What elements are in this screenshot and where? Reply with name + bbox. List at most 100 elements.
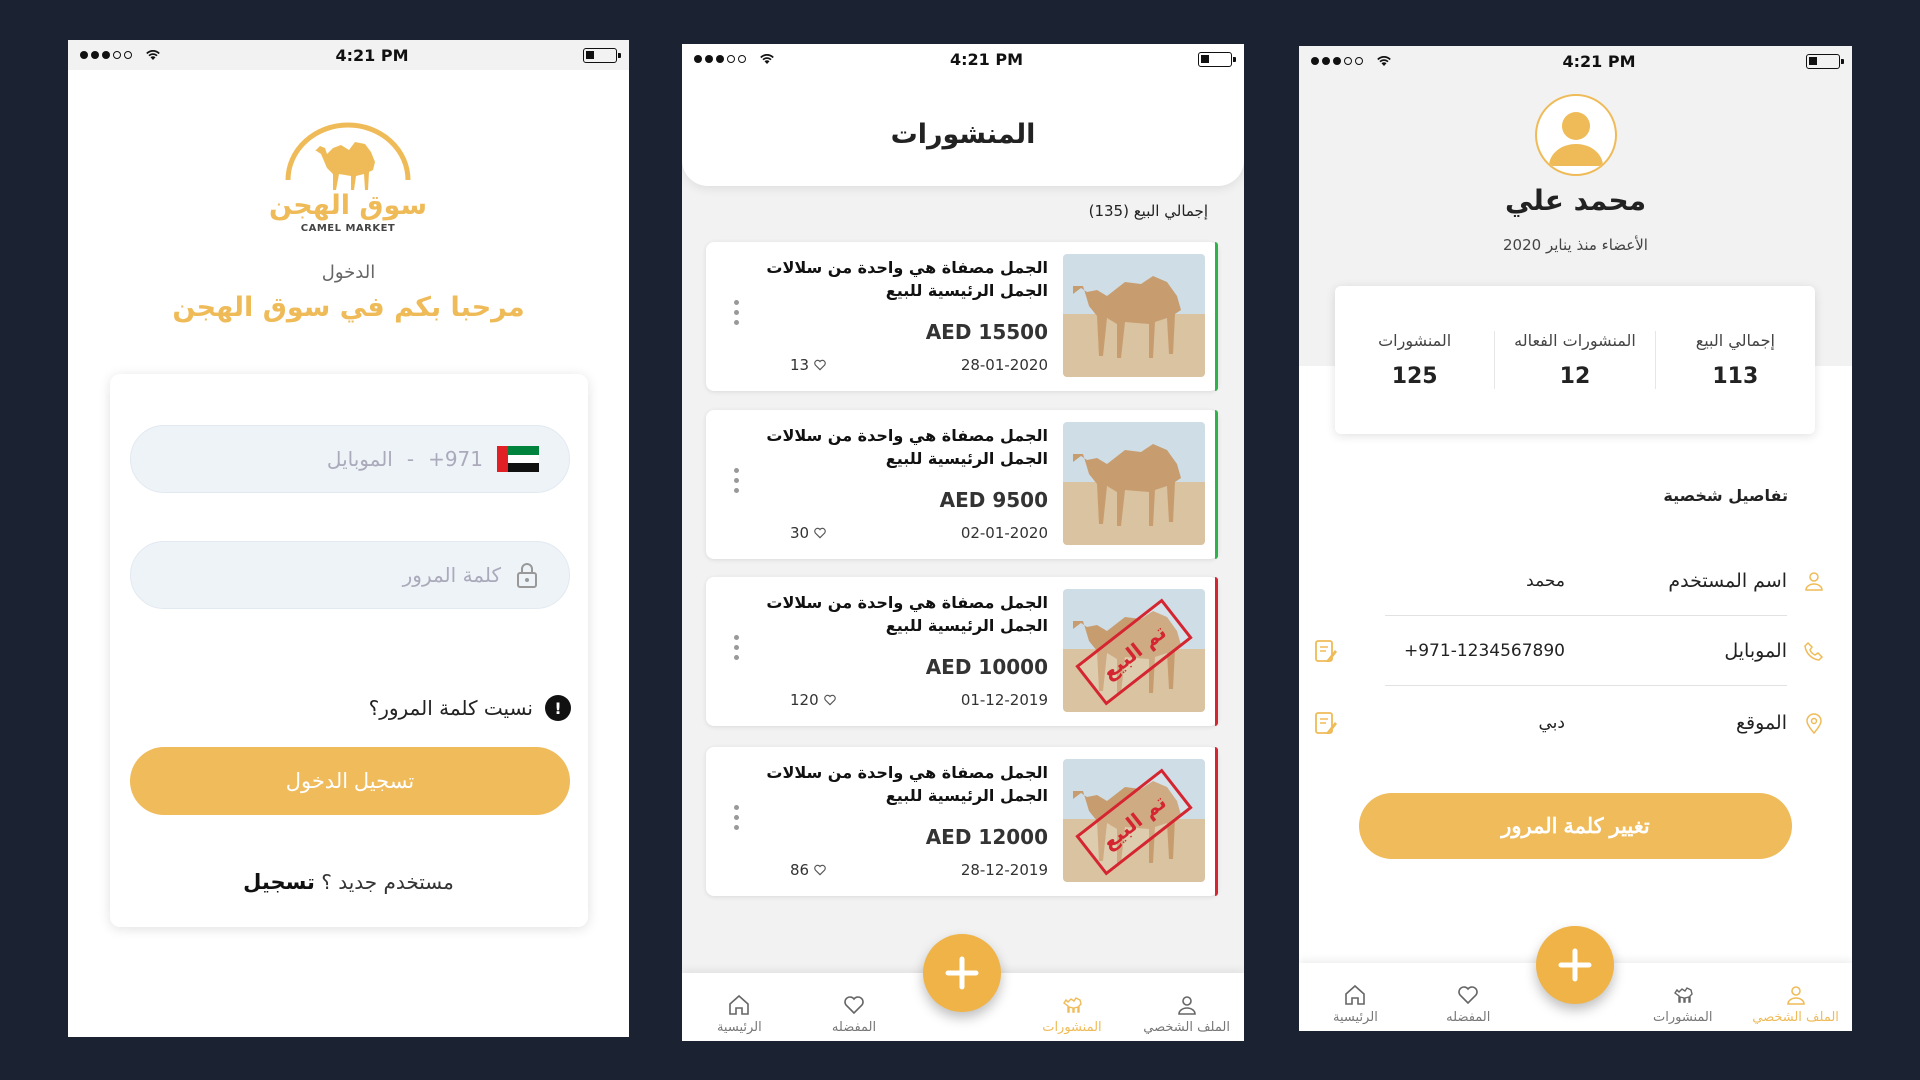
location-row: الموقع دبي — [1315, 688, 1822, 758]
mobile-placeholder: الموبايل — [326, 447, 393, 471]
post-price: AED 15500 — [925, 320, 1048, 344]
edit-icon[interactable] — [1313, 710, 1339, 736]
posts-header: 4:21 PM المنشورات — [682, 44, 1244, 186]
heart-icon — [1458, 986, 1479, 1005]
change-password-button[interactable]: تغيير كلمة المرور — [1359, 793, 1792, 859]
wifi-icon — [146, 50, 160, 60]
status-bar: 4:21 PM — [1299, 46, 1852, 76]
post-likes: 13 — [790, 356, 827, 374]
country-code: +971 — [428, 447, 483, 471]
tab-favorites[interactable]: المفضله — [1412, 983, 1525, 1025]
tab-home[interactable]: الرئيسية — [682, 993, 797, 1035]
location-pin-icon — [1806, 713, 1822, 734]
post-card[interactable]: تم البيع الجمل مصفاة هي واحدة من سلالات ا… — [706, 747, 1218, 896]
dash-separator: - — [406, 447, 415, 471]
password-field[interactable]: كلمة المرور — [130, 541, 570, 609]
post-title: الجمل مصفاة هي واحدة من سلالات الجمل الر… — [766, 593, 1048, 635]
status-indicator — [1215, 242, 1218, 391]
tab-home[interactable]: الرئيسية — [1299, 983, 1412, 1025]
forgot-password-link[interactable]: نسيت كلمة المرور؟ ! — [369, 695, 571, 721]
edit-icon[interactable] — [1313, 638, 1339, 664]
new-user-row: مستخدم جديد ؟ تسجيل — [68, 870, 629, 894]
stat-value: 113 — [1712, 364, 1759, 389]
add-post-button[interactable] — [923, 934, 1001, 1012]
mobile-row: الموبايل +971-1234567890 — [1315, 616, 1824, 686]
forgot-password-label: نسيت كلمة المرور؟ — [368, 696, 533, 720]
more-options-icon[interactable] — [734, 300, 739, 325]
tab-home-label: الرئيسية — [1333, 1010, 1378, 1025]
likes-count: 120 — [790, 691, 819, 709]
home-icon — [1345, 984, 1366, 1005]
post-title: الجمل مصفاة هي واحدة من سلالات الجمل الر… — [766, 763, 1048, 805]
mobile-label: الموبايل — [1724, 639, 1787, 662]
avatar[interactable] — [1535, 94, 1617, 176]
post-card[interactable]: الجمل مصفاة هي واحدة من سلالات الجمل الر… — [706, 242, 1218, 391]
more-options-icon[interactable] — [734, 635, 739, 660]
camel-photo: تم البيع — [1063, 589, 1205, 712]
tab-posts[interactable]: المنشورات — [1015, 993, 1130, 1035]
tab-profile[interactable]: الملف الشخصي — [1739, 983, 1852, 1025]
user-icon — [1786, 986, 1805, 1005]
status-bar: 4:21 PM — [68, 40, 629, 70]
username-value: محمد — [1526, 570, 1565, 591]
tab-profile[interactable]: الملف الشخصي — [1129, 993, 1244, 1035]
status-time: 4:21 PM — [949, 49, 1023, 69]
heart-icon — [814, 359, 826, 371]
more-options-icon[interactable] — [734, 805, 739, 830]
post-date: 01-12-2019 — [960, 691, 1048, 709]
heart-icon — [814, 527, 826, 539]
tab-posts-label: المنشورات — [1042, 1020, 1102, 1035]
add-post-button[interactable] — [1536, 926, 1614, 1004]
status-indicator — [1215, 577, 1218, 726]
total-sales: إجمالي البيع (135) — [1088, 202, 1208, 220]
post-price: AED 9500 — [939, 488, 1048, 512]
tab-home-label: الرئيسية — [716, 1020, 762, 1035]
plus-icon — [945, 956, 979, 990]
post-card[interactable]: الجمل مصفاة هي واحدة من سلالات الجمل الر… — [706, 410, 1218, 559]
mobile-field[interactable]: الموبايل - +971 — [130, 425, 570, 493]
location-label: الموقع — [1735, 712, 1787, 734]
camel-photo: تم البيع — [1063, 759, 1205, 882]
tab-favorites[interactable]: المفضله — [797, 993, 912, 1035]
uae-flag-icon — [497, 446, 539, 473]
password-placeholder: كلمة المرور — [402, 563, 501, 587]
stat-value: 12 — [1559, 364, 1591, 389]
battery-icon — [582, 47, 621, 63]
stat-label: المنشورات — [1378, 331, 1452, 350]
post-title: الجمل مصفاة هي واحدة من سلالات الجمل الر… — [766, 258, 1048, 300]
post-likes: 30 — [790, 524, 827, 542]
avatar-user-icon — [1549, 112, 1603, 166]
member-since: الأعضاء منذ يناير 2020 — [1503, 236, 1648, 254]
stat-label: إجمالي البيع — [1695, 331, 1775, 350]
login-button[interactable]: تسجيل الدخول — [130, 747, 570, 815]
phone-icon — [1804, 641, 1824, 661]
username-label: اسم المستخدم — [1668, 569, 1787, 592]
camel-logo-icon — [285, 122, 411, 190]
post-date: 28-01-2020 — [960, 356, 1048, 374]
tab-posts-label: المنشورات — [1653, 1010, 1713, 1025]
login-card: الموبايل - +971 كلمة المرور — [110, 374, 588, 927]
posts-screen: 4:21 PM المنشورات إجمالي البيع (135) الج… — [682, 44, 1244, 1041]
more-options-icon[interactable] — [734, 468, 739, 493]
stat-posts: المنشورات 125 — [1335, 331, 1494, 389]
section-title: تفاصيل شخصية — [1663, 486, 1788, 505]
tab-posts[interactable]: المنشورات — [1626, 983, 1739, 1025]
user-icon — [1177, 996, 1196, 1015]
post-price: AED 12000 — [925, 825, 1048, 849]
mobile-value: +971-1234567890 — [1404, 640, 1565, 661]
login-screen: 4:21 PM سوق الهجن CAMEL MARKET الدخول مر… — [68, 40, 629, 1037]
plus-icon — [1558, 948, 1592, 982]
register-link[interactable]: تسجيل — [243, 870, 315, 894]
signal-icon — [80, 49, 161, 61]
stat-value: 125 — [1391, 364, 1438, 389]
camel-photo — [1063, 254, 1205, 377]
post-card[interactable]: تم البيع الجمل مصفاة هي واحدة من سلالات ا… — [706, 577, 1218, 726]
profile-name: محمد علي — [1504, 184, 1647, 217]
wifi-icon — [760, 54, 774, 64]
status-time: 4:21 PM — [335, 45, 409, 65]
camel-photo — [1063, 422, 1205, 545]
stat-total-sales: إجمالي البيع 113 — [1654, 331, 1815, 389]
post-title: الجمل مصفاة هي واحدة من سلالات الجمل الر… — [766, 426, 1048, 468]
tab-favorites-label: المفضله — [1446, 1010, 1491, 1025]
battery-icon — [1197, 51, 1236, 67]
